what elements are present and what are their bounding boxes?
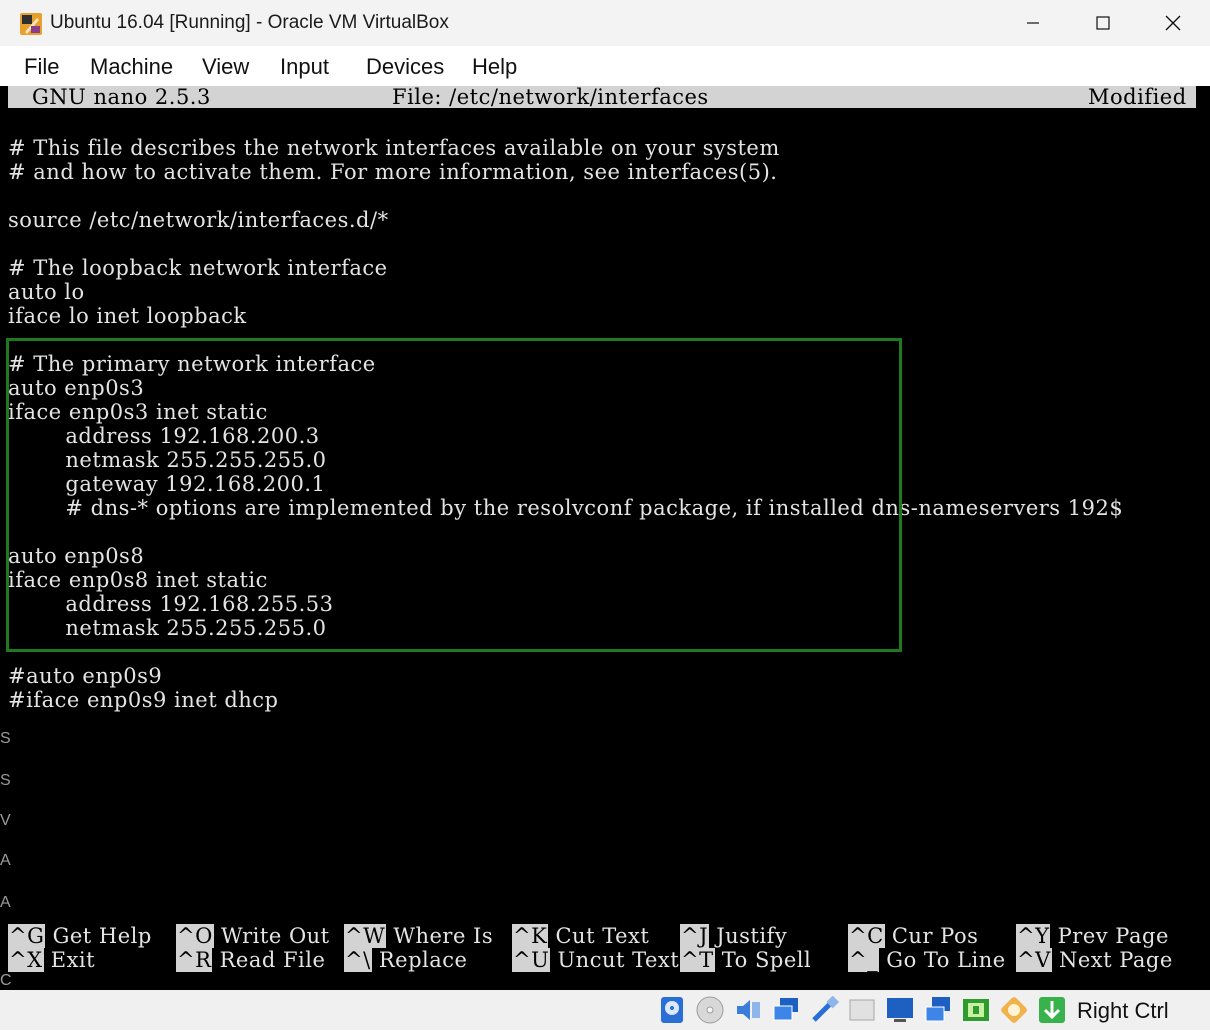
file-line: # The loopback network interface bbox=[8, 256, 388, 280]
shortcut-item: ^J Justify bbox=[680, 924, 787, 948]
shortcut-label: Cut Text bbox=[555, 924, 650, 948]
audio-icon[interactable] bbox=[732, 994, 764, 1026]
shortcut-key: ^W bbox=[344, 924, 387, 948]
shortcut-key: ^T bbox=[680, 948, 715, 972]
shortcut-key: ^\ bbox=[344, 948, 372, 972]
shortcut-item: ^G Get Help bbox=[8, 924, 152, 948]
file-line: iface lo inet loopback bbox=[8, 304, 247, 328]
nano-modified-status: Modified bbox=[1088, 86, 1187, 109]
background-window-glyph: S bbox=[0, 772, 11, 789]
shortcut-key: ^R bbox=[176, 948, 213, 972]
window-title: Ubuntu 16.04 [Running] - Oracle VM Virtu… bbox=[50, 12, 449, 33]
title-bar: Ubuntu 16.04 [Running] - Oracle VM Virtu… bbox=[0, 0, 1210, 46]
shortcut-item: ^K Cut Text bbox=[512, 924, 649, 948]
background-window-glyph: S bbox=[0, 730, 11, 747]
shortcut-label: Read File bbox=[219, 948, 326, 972]
shortcut-key: ^Y bbox=[1016, 924, 1051, 948]
shortcut-item: ^V Next Page bbox=[1016, 948, 1173, 972]
menu-view[interactable]: View bbox=[202, 54, 249, 80]
shortcut-key: ^O bbox=[176, 924, 214, 948]
nano-file-name: File: /etc/network/interfaces bbox=[392, 86, 709, 109]
shortcut-label: Cur Pos bbox=[891, 924, 979, 948]
maximize-button[interactable] bbox=[1068, 0, 1138, 46]
vm-display[interactable]: GNU nano 2.5.3 File: /etc/network/interf… bbox=[0, 86, 1210, 990]
file-line: # and how to activate them. For more inf… bbox=[8, 160, 778, 184]
shortcut-label: Next Page bbox=[1058, 948, 1173, 972]
file-line: # This file describes the network interf… bbox=[8, 136, 780, 160]
shortcut-key: ^X bbox=[8, 948, 44, 972]
video-capture-icon[interactable] bbox=[922, 994, 954, 1026]
background-window-glyph: V bbox=[0, 812, 11, 829]
shortcut-label: Justify bbox=[716, 924, 788, 948]
shortcut-label: Write Out bbox=[221, 924, 330, 948]
shortcut-item: ^U Uncut Text bbox=[512, 948, 679, 972]
network-icon[interactable] bbox=[770, 994, 802, 1026]
shortcut-label: Uncut Text bbox=[557, 948, 680, 972]
shortcut-item: ^X Exit bbox=[8, 948, 95, 972]
shortcut-item: ^_ Go To Line bbox=[848, 948, 1006, 972]
minimize-button[interactable] bbox=[998, 0, 1068, 46]
shortcut-key: ^_ bbox=[848, 948, 880, 972]
shortcut-item: ^W Where Is bbox=[344, 924, 493, 948]
shortcut-label: To Spell bbox=[721, 948, 812, 972]
file-line: #iface enp0s9 inet dhcp bbox=[8, 688, 279, 712]
shortcut-key: ^C bbox=[848, 924, 885, 948]
display-icon[interactable] bbox=[884, 994, 916, 1026]
shortcut-item: ^C Cur Pos bbox=[848, 924, 978, 948]
shortcut-label: Where Is bbox=[393, 924, 494, 948]
shortcut-item: ^Y Prev Page bbox=[1016, 924, 1169, 948]
optical-drive-icon[interactable] bbox=[694, 994, 726, 1026]
recording-icon[interactable] bbox=[960, 994, 992, 1026]
cpu-icon[interactable] bbox=[998, 994, 1030, 1026]
file-line: auto lo bbox=[8, 280, 85, 304]
shortcut-key: ^J bbox=[680, 924, 710, 948]
nano-version: GNU nano 2.5.3 bbox=[32, 86, 211, 109]
usb-icon[interactable] bbox=[808, 994, 840, 1026]
shortcut-label: Prev Page bbox=[1057, 924, 1169, 948]
shortcut-key: ^K bbox=[512, 924, 549, 948]
background-window-glyph: C bbox=[0, 972, 12, 989]
nano-title-bar: GNU nano 2.5.3 File: /etc/network/interf… bbox=[8, 86, 1196, 109]
background-window-glyph: A bbox=[0, 852, 11, 869]
virtualbox-app-icon bbox=[19, 12, 43, 36]
shortcut-key: ^G bbox=[8, 924, 46, 948]
menu-devices[interactable]: Devices bbox=[366, 54, 444, 80]
menu-input[interactable]: Input bbox=[280, 54, 329, 80]
mouse-integration-icon[interactable] bbox=[1036, 994, 1068, 1026]
shared-folders-icon[interactable] bbox=[846, 994, 878, 1026]
background-window-glyph: A bbox=[0, 894, 11, 911]
file-line: source /etc/network/interfaces.d/* bbox=[8, 208, 389, 232]
highlight-box bbox=[6, 338, 902, 652]
shortcut-item: ^\ Replace bbox=[344, 948, 467, 972]
shortcut-key: ^V bbox=[1016, 948, 1052, 972]
vm-status-bar: Right Ctrl bbox=[0, 990, 1210, 1030]
shortcut-label: Get Help bbox=[52, 924, 152, 948]
shortcut-item: ^T To Spell bbox=[680, 948, 811, 972]
shortcut-item: ^O Write Out bbox=[176, 924, 330, 948]
shortcut-label: Replace bbox=[378, 948, 468, 972]
menu-bar: File Machine View Input Devices Help bbox=[0, 46, 1210, 86]
shortcut-item: ^R Read File bbox=[176, 948, 325, 972]
menu-machine[interactable]: Machine bbox=[90, 54, 173, 80]
shortcut-key: ^U bbox=[512, 948, 551, 972]
shortcut-label: Exit bbox=[50, 948, 96, 972]
menu-help[interactable]: Help bbox=[472, 54, 517, 80]
hard-disk-icon[interactable] bbox=[656, 994, 688, 1026]
shortcut-label: Go To Line bbox=[886, 948, 1006, 972]
file-line: #auto enp0s9 bbox=[8, 664, 163, 688]
host-key-label: Right Ctrl bbox=[1077, 998, 1169, 1023]
menu-file[interactable]: File bbox=[24, 54, 59, 80]
close-button[interactable] bbox=[1138, 0, 1208, 46]
